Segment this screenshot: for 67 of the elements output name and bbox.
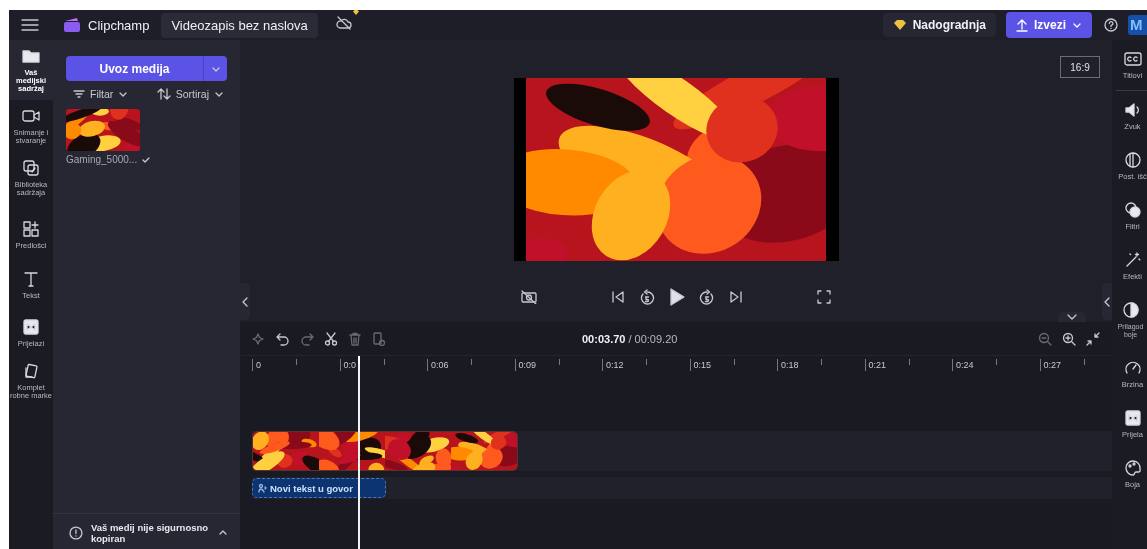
templates-icon [21, 219, 41, 239]
ruler-label: 0:27 [1043, 360, 1062, 370]
captions-icon [1122, 49, 1143, 69]
avatar[interactable]: M [1128, 15, 1147, 35]
ruler-label: 0:0 [343, 360, 356, 370]
speech-icon [257, 483, 267, 493]
ruler-label: 0 [256, 360, 261, 370]
ruler-label: 0:06 [431, 360, 449, 370]
zoom-out-icon[interactable] [1038, 331, 1052, 346]
diamond-icon [351, 10, 360, 16]
fade-icon [1122, 150, 1143, 170]
current-time: 00:03.70 [582, 332, 626, 345]
upgrade-button[interactable]: Nadogradnja [882, 13, 996, 37]
collapse-tab[interactable] [240, 283, 250, 320]
app-name: Clipchamp [88, 17, 150, 33]
fullscreen-icon[interactable] [817, 290, 831, 304]
text-clip[interactable]: Novi tekst u govor [252, 478, 386, 498]
menu-icon[interactable] [21, 18, 39, 32]
ruler-label: 0:09 [518, 360, 537, 370]
play-icon[interactable] [669, 288, 685, 306]
diamond-icon [892, 19, 907, 31]
total-time: / 00:09.20 [628, 332, 678, 345]
filters-icon [1122, 200, 1143, 220]
help-icon[interactable] [1104, 18, 1118, 32]
cloud-off-icon[interactable] [335, 16, 352, 30]
chevron-left-icon [1104, 296, 1110, 307]
warning-icon [69, 525, 83, 540]
skip-back-icon[interactable] [611, 290, 625, 304]
trash-icon[interactable] [348, 331, 362, 346]
rewind-5-icon[interactable] [639, 289, 655, 305]
filter-icon [73, 89, 85, 99]
skip-forward-icon[interactable] [729, 290, 743, 304]
chevron-left-icon [242, 296, 248, 307]
library-icon [21, 158, 41, 178]
title-field[interactable]: Videozapis bez naslova [161, 12, 318, 38]
undo-icon[interactable] [276, 331, 290, 346]
ruler-label: 0:18 [781, 360, 799, 370]
transition-icon [1122, 408, 1143, 428]
filter-button[interactable]: Filtar [73, 86, 129, 102]
transition-icon [21, 317, 41, 337]
ruler-label: 0:24 [956, 360, 974, 370]
import-button[interactable]: Uvoz medija [66, 56, 203, 81]
forward-5-icon[interactable] [699, 289, 715, 305]
scissors-icon[interactable] [324, 331, 338, 346]
sparkle-icon[interactable] [252, 331, 266, 346]
sort-icon [156, 88, 171, 100]
ruler-label: 0:15 [693, 360, 712, 370]
sort-button[interactable]: Sortiraj [156, 86, 224, 102]
upload-icon [1016, 18, 1028, 32]
aspect-ratio-button[interactable]: 16:9 [1060, 56, 1100, 78]
camera-off-icon[interactable] [521, 290, 537, 304]
zoom-in-icon[interactable] [1062, 331, 1076, 346]
collapse-tab[interactable] [1058, 312, 1086, 322]
collapse-tab[interactable] [1102, 283, 1112, 320]
export-button[interactable]: Izvezi [1006, 12, 1092, 38]
clapperboard-icon [63, 17, 81, 33]
ruler-label: 0:12 [606, 360, 624, 370]
chevron-down-icon [1067, 314, 1077, 320]
collapse-icon[interactable] [1086, 331, 1100, 346]
notice-text: Vaš medij nije sigurnosno kopiran [90, 521, 210, 544]
media-name: Gaming_5000... [66, 154, 138, 165]
duplicate-icon[interactable] [372, 331, 386, 346]
contrast-icon [1120, 300, 1141, 320]
palette-icon [1122, 458, 1143, 478]
redo-icon[interactable] [300, 331, 314, 346]
ruler-label: 0:21 [868, 360, 887, 370]
video-clip[interactable] [252, 431, 518, 471]
